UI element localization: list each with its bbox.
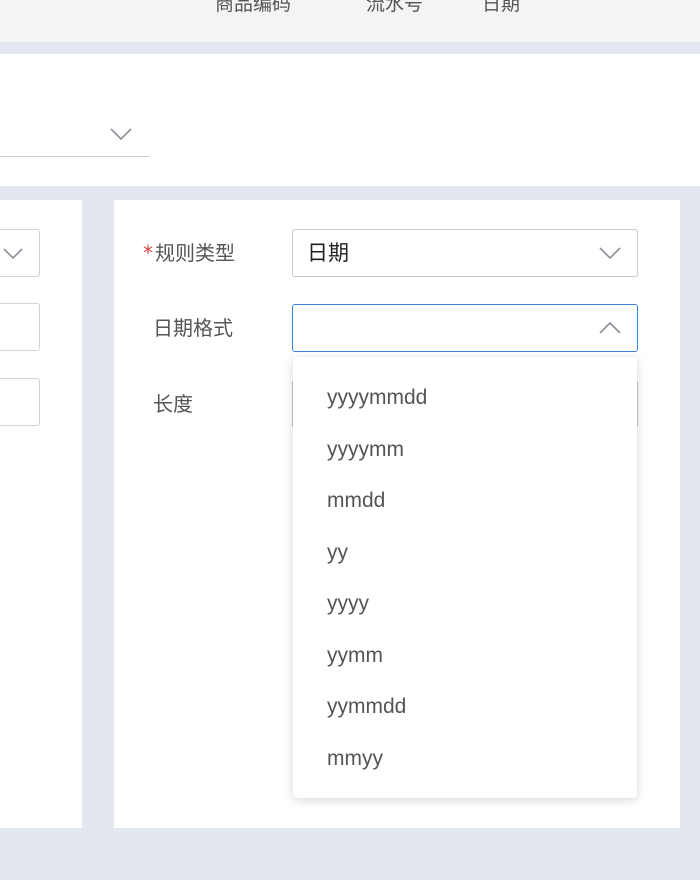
date-format-label: 日期格式 <box>153 316 233 340</box>
rule-type-value: 日期 <box>307 241 349 265</box>
left-select-stub[interactable] <box>0 229 40 277</box>
dropdown-option[interactable]: yyyy <box>293 578 637 630</box>
length-label: 长度 <box>153 392 193 416</box>
rule-type-label: * 规则类型 <box>143 240 235 266</box>
tab-product-code[interactable]: 商品编码 <box>215 0 291 16</box>
chevron-down-icon <box>599 247 621 259</box>
dropdown-option[interactable]: yyyymmdd <box>293 372 637 424</box>
dropdown-option[interactable]: mmdd <box>293 475 637 527</box>
rule-type-select[interactable]: 日期 <box>292 229 638 277</box>
date-format-select[interactable] <box>292 304 638 352</box>
dropdown-option[interactable]: yy <box>293 527 637 579</box>
top-tab-bar: 商品编码 流水号 日期 <box>0 0 700 42</box>
dropdown-option[interactable]: mmyy <box>293 733 637 785</box>
required-mark: * <box>143 241 153 265</box>
dropdown-option[interactable]: yymmdd <box>293 681 637 733</box>
chevron-down-icon <box>3 248 23 259</box>
left-input-stub[interactable] <box>0 303 40 351</box>
chevron-up-icon <box>599 322 621 334</box>
dropdown-option[interactable]: yymm <box>293 630 637 682</box>
date-format-dropdown: yyyymmdd yyyymm mmdd yy yyyy yymm yymmdd… <box>293 357 637 798</box>
left-panel <box>0 200 82 828</box>
rule-type-label-text: 规则类型 <box>155 241 235 265</box>
left-input-stub[interactable] <box>0 378 40 426</box>
chevron-down-icon <box>110 128 132 140</box>
tab-date[interactable]: 日期 <box>482 0 520 16</box>
filter-select[interactable] <box>0 112 150 157</box>
tab-serial-number[interactable]: 流水号 <box>366 0 423 16</box>
dropdown-option[interactable]: yyyymm <box>293 424 637 476</box>
